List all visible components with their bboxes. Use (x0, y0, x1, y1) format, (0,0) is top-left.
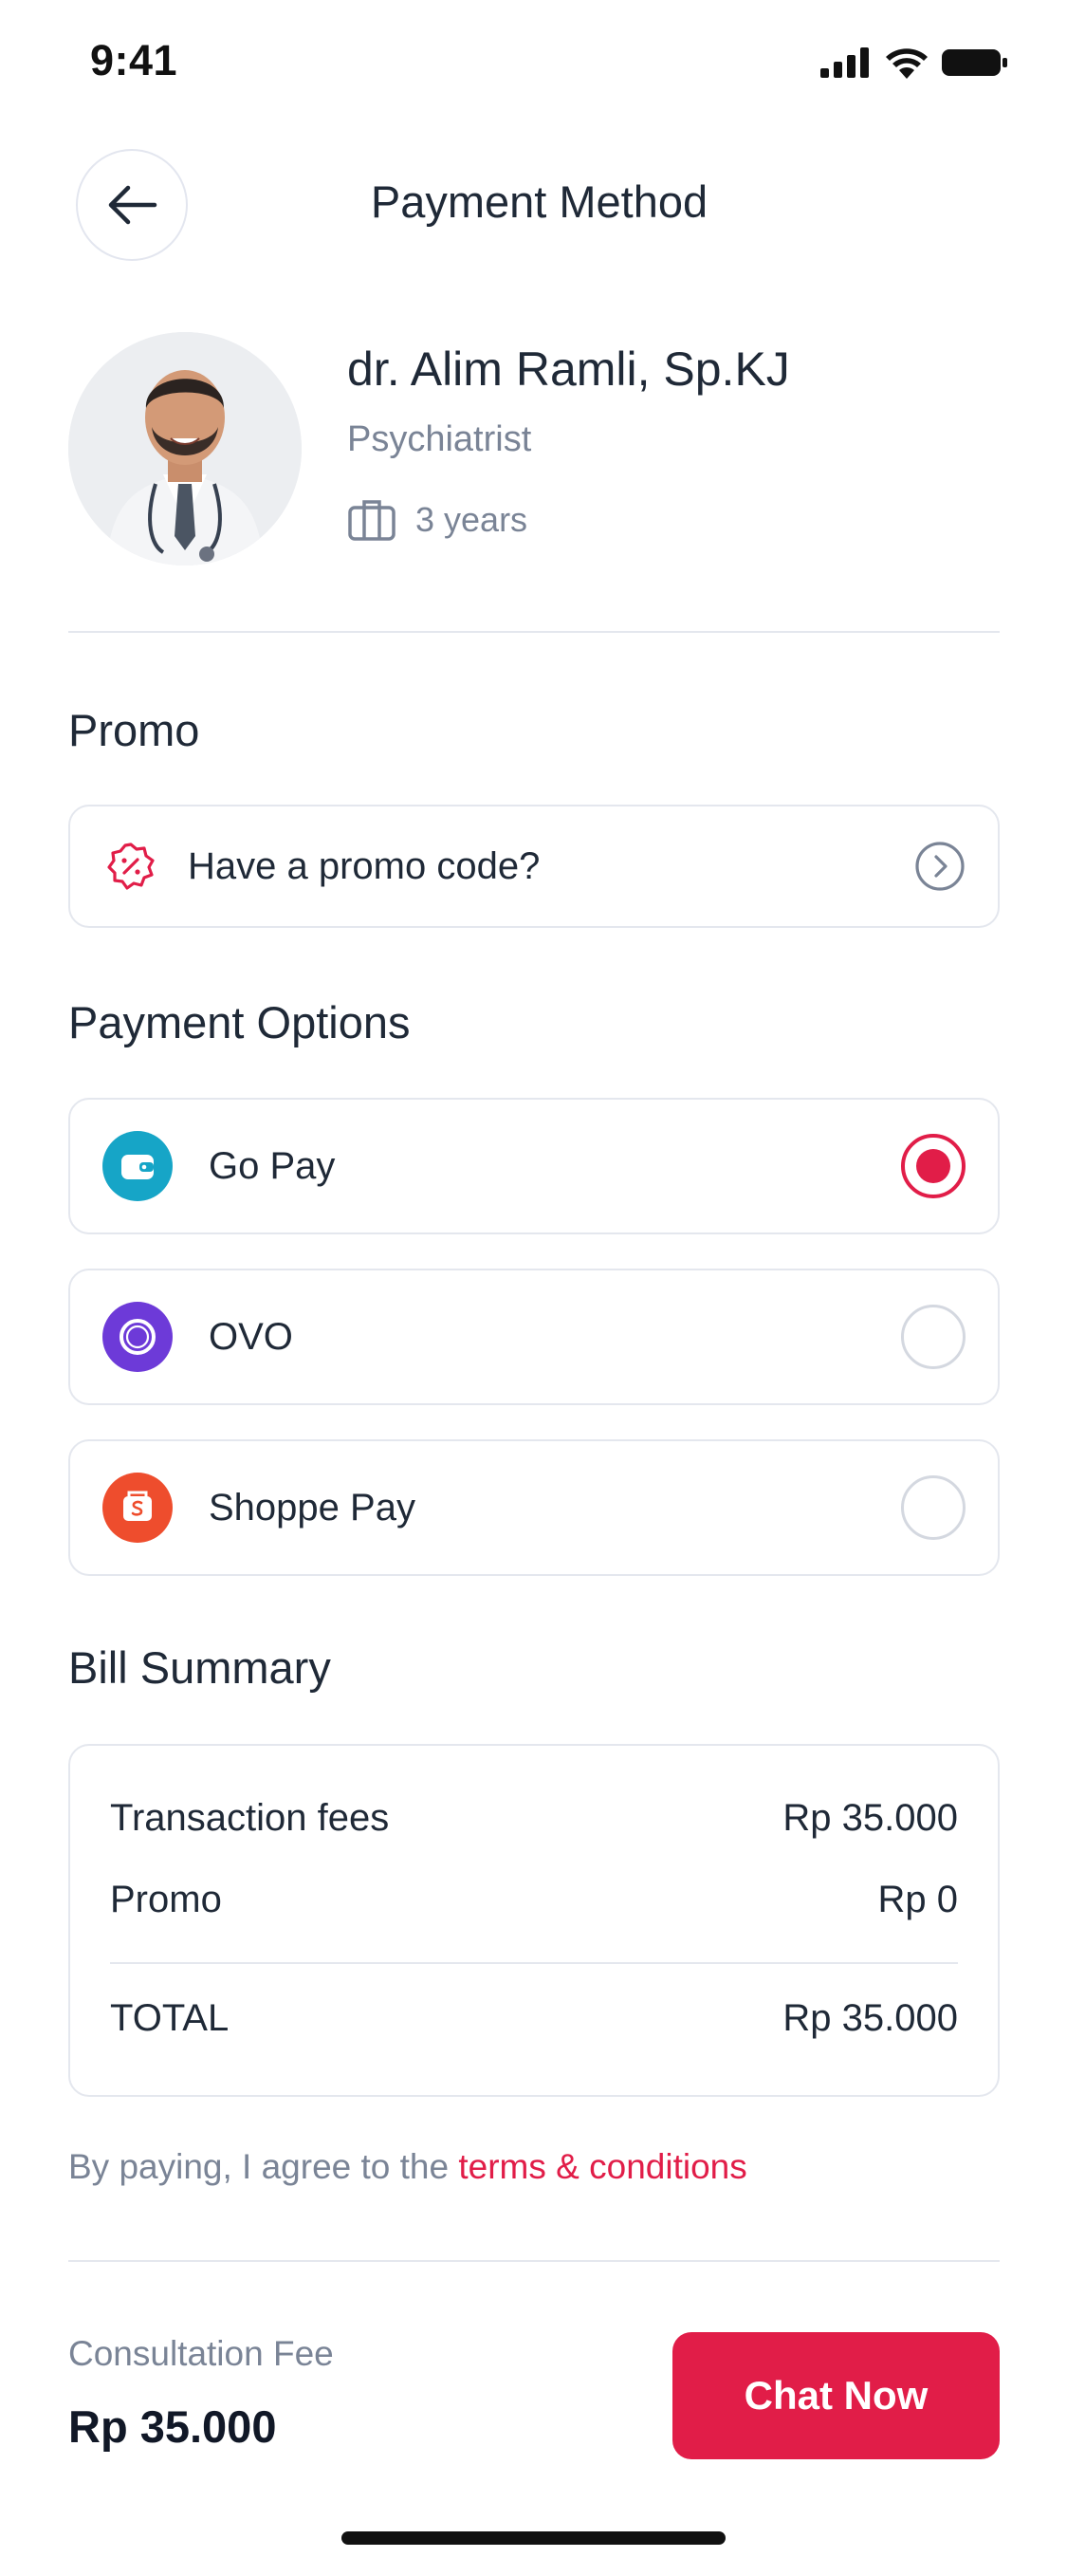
radio-unselected[interactable] (901, 1305, 966, 1369)
promo-section-title: Promo (68, 705, 200, 755)
doctor-specialty: Psychiatrist (347, 419, 532, 459)
promo-code-button[interactable]: Have a promo code? (68, 805, 1000, 928)
bill-divider (110, 1962, 958, 1964)
promo-code-label: Have a promo code? (188, 844, 541, 887)
payment-option-gopay[interactable]: Go Pay (68, 1098, 1000, 1234)
home-indicator (341, 2531, 726, 2545)
ovo-logo-icon (102, 1302, 173, 1372)
bill-row-value: Rp 0 (877, 1879, 959, 1920)
bill-row-label: Promo (110, 1879, 222, 1920)
doctor-experience: 3 years (347, 498, 527, 542)
doctor-avatar (68, 332, 302, 565)
status-time: 9:41 (90, 36, 178, 84)
chevron-right-circle-icon (915, 842, 965, 891)
shopeepay-logo-icon (102, 1473, 173, 1543)
battery-icon (942, 49, 1007, 76)
gopay-logo-icon (102, 1131, 173, 1201)
bill-row-label: Transaction fees (110, 1797, 390, 1839)
consultation-fee-value: Rp 35.000 (68, 2401, 277, 2452)
bill-total-label: TOTAL (110, 1997, 230, 2039)
divider (68, 631, 1000, 633)
bill-section-title: Bill Summary (68, 1642, 331, 1693)
status-icons (820, 44, 1008, 82)
terms-text: By paying, I agree to the terms & condit… (68, 2147, 747, 2187)
discount-badge-icon (107, 843, 155, 890)
signal-icon (820, 47, 869, 78)
payment-option-label: OVO (209, 1315, 293, 1358)
payment-section-title: Payment Options (68, 997, 411, 1047)
briefcase-icon (348, 500, 396, 541)
bill-row-total: TOTAL Rp 35.000 (110, 1997, 958, 2040)
terms-link[interactable]: terms & conditions (458, 2147, 746, 2186)
bill-total-value: Rp 35.000 (782, 1997, 958, 2039)
footer-divider (68, 2260, 1000, 2262)
payment-option-shopeepay[interactable]: Shoppe Pay (68, 1439, 1000, 1576)
wifi-icon (886, 48, 928, 79)
payment-option-ovo[interactable]: OVO (68, 1269, 1000, 1405)
doctor-name: dr. Alim Ramli, Sp.KJ (347, 343, 790, 396)
terms-prefix: By paying, I agree to the (68, 2147, 459, 2186)
bill-row-promo: Promo Rp 0 (110, 1879, 958, 1921)
payment-option-label: Shoppe Pay (209, 1486, 415, 1529)
bill-summary-card: Transaction fees Rp 35.000 Promo Rp 0 TO… (68, 1744, 1000, 2097)
radio-unselected[interactable] (901, 1475, 966, 1540)
bill-row-value: Rp 35.000 (782, 1797, 958, 1839)
bill-row-transaction-fees: Transaction fees Rp 35.000 (110, 1797, 958, 1840)
chat-now-button[interactable]: Chat Now (672, 2332, 1000, 2459)
radio-selected[interactable] (901, 1134, 966, 1198)
payment-option-label: Go Pay (209, 1144, 336, 1187)
consultation-fee-label: Consultation Fee (68, 2334, 334, 2373)
experience-text: 3 years (415, 500, 528, 539)
page-title: Payment Method (370, 176, 708, 227)
